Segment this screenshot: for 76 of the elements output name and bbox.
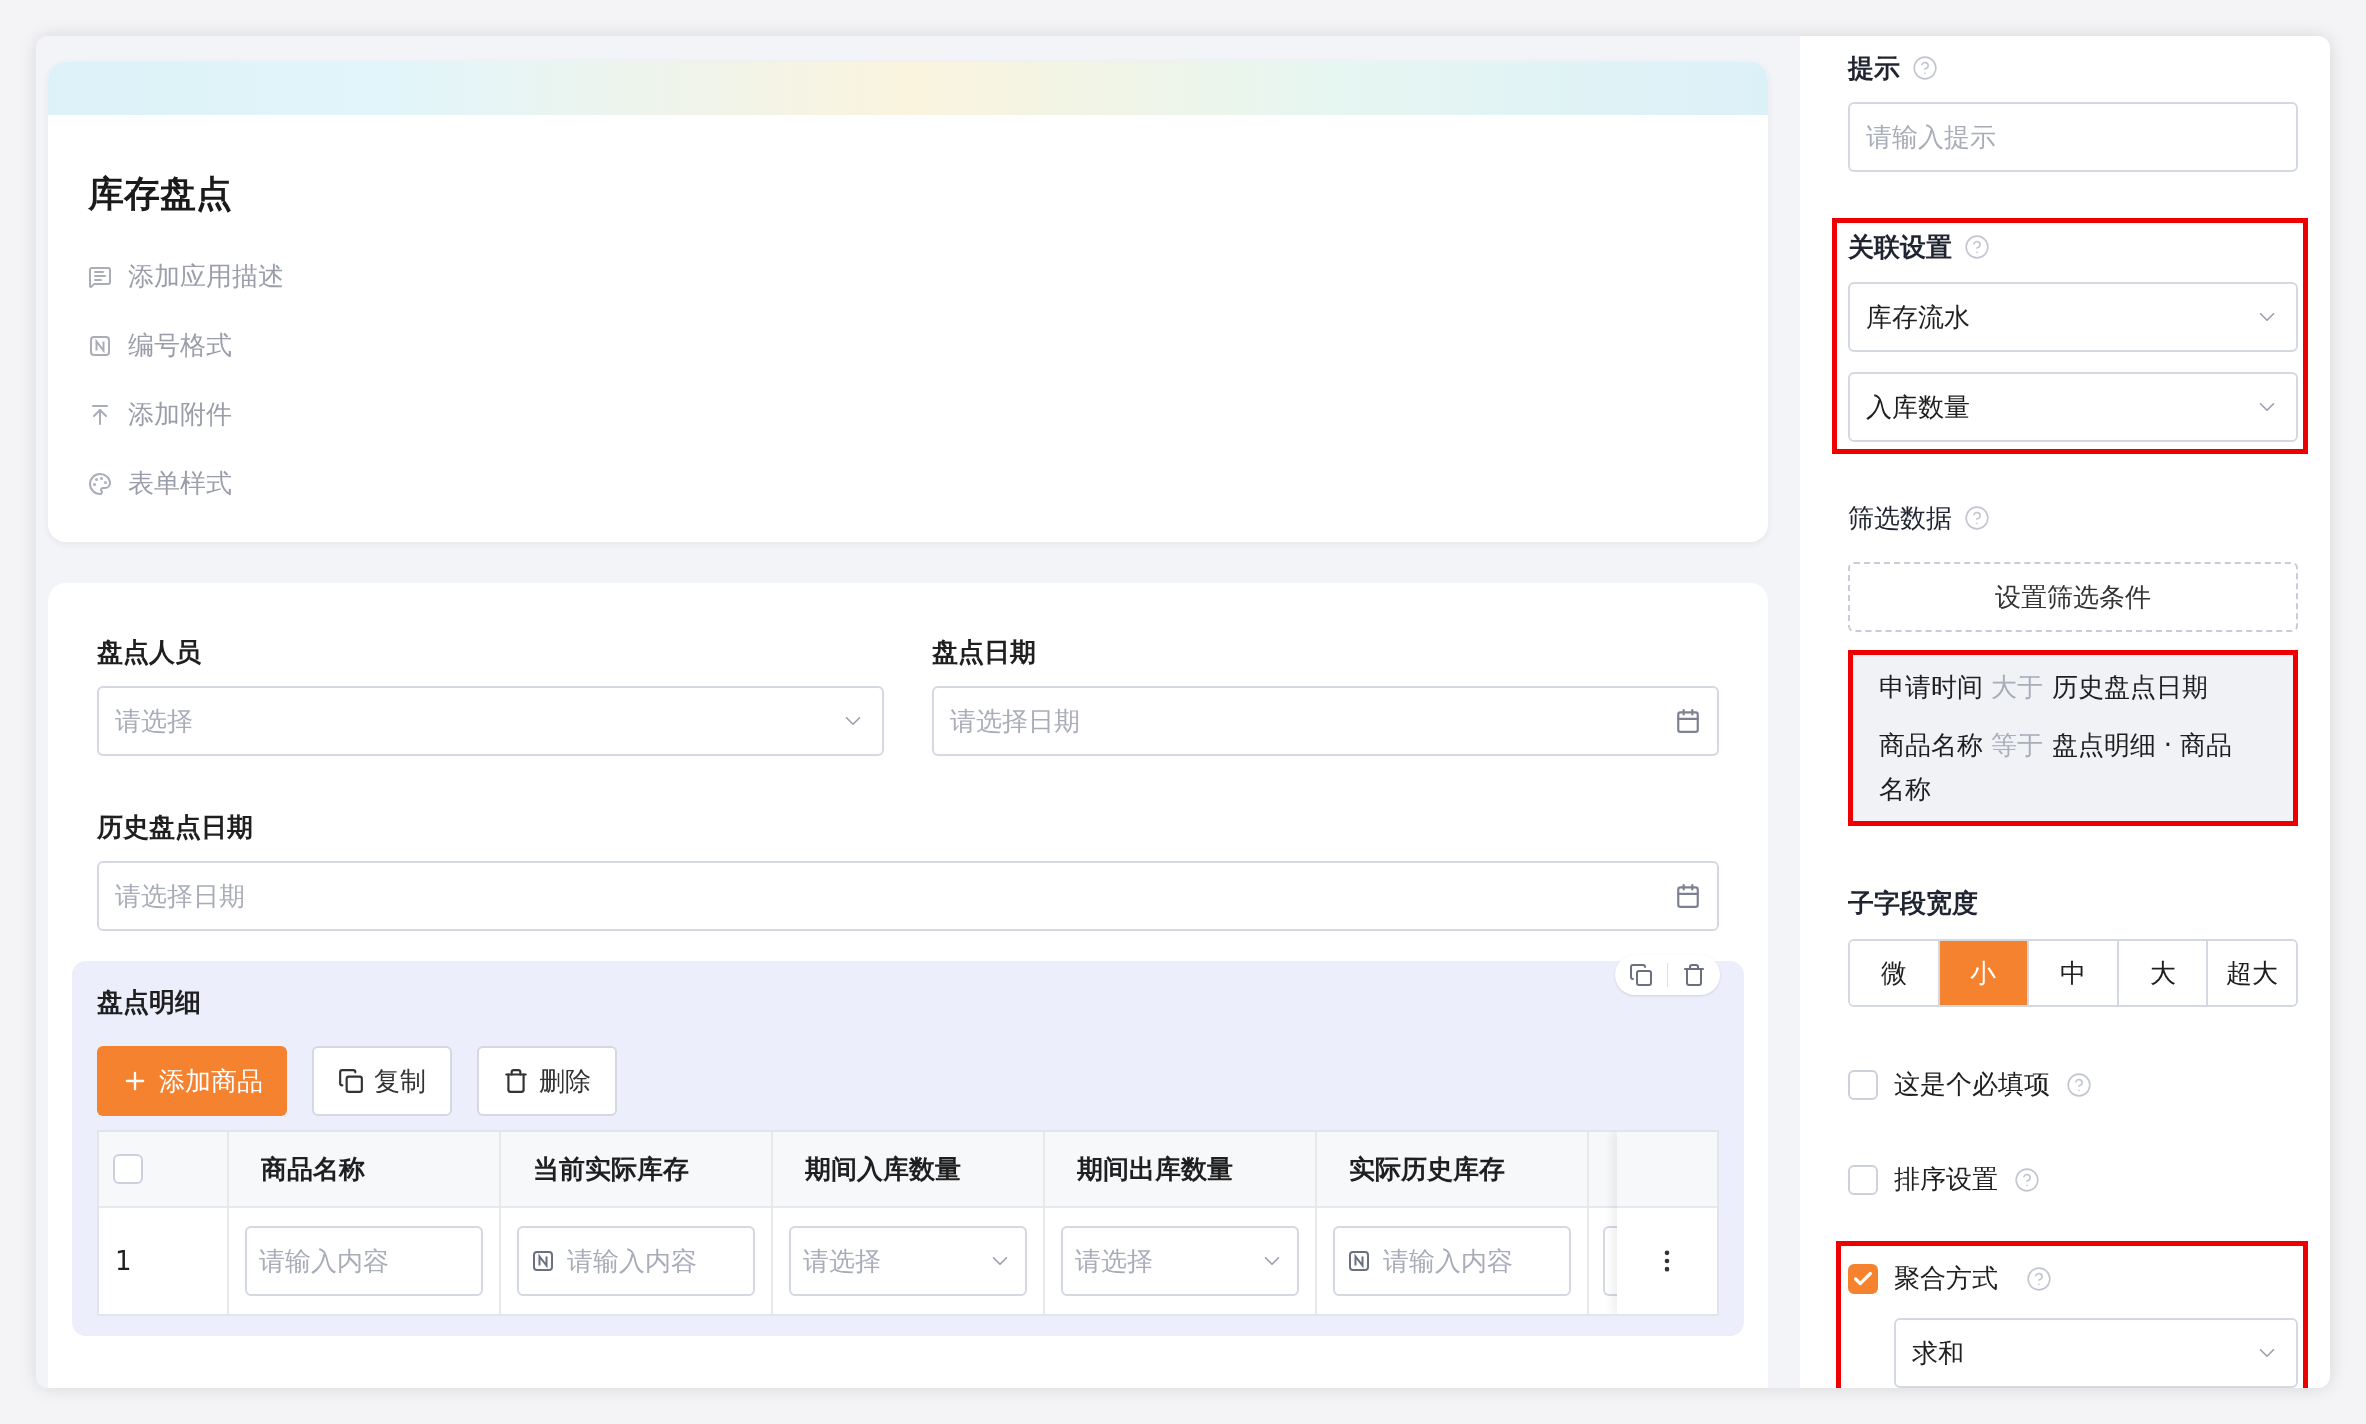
trash-icon[interactable] <box>1682 963 1706 987</box>
help-icon[interactable] <box>1964 234 1990 260</box>
select-field[interactable]: 请选择 <box>1061 1226 1299 1296</box>
width-option[interactable]: 小 <box>1937 941 2028 1005</box>
column-header: 实际历史库存 <box>1349 1152 1505 1186</box>
setting-label: 提示 <box>1848 51 1900 85</box>
placeholder-text: 请输入内容 <box>567 1244 698 1278</box>
number-format-icon <box>88 333 112 358</box>
app-action-link[interactable]: 添加应用描述 <box>88 257 1728 296</box>
checkbox[interactable] <box>1848 1164 1878 1195</box>
select-value: 库存流水 <box>1866 300 1971 334</box>
column-header: 商品名称 <box>261 1152 365 1186</box>
subtable-title: 盘点明细 <box>97 986 202 1019</box>
checkbox-label: 排序设置 <box>1894 1163 1998 1196</box>
select-field[interactable]: 求和 <box>1894 1318 2298 1388</box>
add-button[interactable]: 添加商品 <box>97 1046 287 1116</box>
calendar-icon <box>1675 883 1701 909</box>
date-field[interactable]: 请选择日期 <box>97 861 1719 931</box>
trash-icon <box>503 1068 529 1094</box>
checkbox-label: 这是个必填项 <box>1894 1068 2050 1101</box>
help-icon[interactable] <box>2066 1071 2092 1098</box>
help-icon[interactable] <box>2014 1166 2040 1193</box>
select-value: 入库数量 <box>1866 390 1971 424</box>
setting-label: 关联设置 <box>1848 230 1952 264</box>
placeholder-text: 请选择日期 <box>115 879 246 913</box>
copy-icon[interactable] <box>1629 963 1653 987</box>
field-label: 盘点日期 <box>932 636 1037 669</box>
date-field[interactable]: 请选择日期 <box>932 686 1719 756</box>
column-header: 期间入库数量 <box>805 1152 961 1186</box>
field-label: 历史盘点日期 <box>97 811 254 844</box>
select-field[interactable]: 请选择 <box>97 686 884 756</box>
help-icon[interactable] <box>1912 55 1938 81</box>
checkbox[interactable] <box>1848 1069 1878 1100</box>
checkbox-label: 聚合方式 <box>1894 1262 1998 1295</box>
delete-button[interactable]: 删除 <box>477 1046 617 1116</box>
app-action-link[interactable]: 表单样式 <box>88 464 1728 503</box>
field-label: 盘点人员 <box>97 636 202 669</box>
setting-label: 筛选数据 <box>1848 501 1952 535</box>
select-value: 求和 <box>1912 1336 1965 1370</box>
app-action-link[interactable]: 添加附件 <box>88 395 1728 434</box>
checkbox[interactable] <box>113 1154 143 1184</box>
placeholder-text: 请选择 <box>803 1244 882 1278</box>
palette-icon <box>88 471 112 496</box>
number-format-icon <box>531 1249 555 1273</box>
column-header: 当前实际库存 <box>533 1152 689 1186</box>
filter-condition: 商品名称 等于 盘点明细 · 商品名称 <box>1879 729 2234 806</box>
placeholder-text: 请输入内容 <box>259 1244 390 1278</box>
placeholder-text: 请选择 <box>1075 1244 1154 1278</box>
width-option[interactable]: 超大 <box>2206 941 2296 1005</box>
input-field[interactable] <box>1603 1226 1617 1296</box>
placeholder-text: 请选择 <box>115 704 194 738</box>
select-field[interactable]: 入库数量 <box>1848 372 2298 442</box>
input-field[interactable]: 请输入内容 <box>245 1226 483 1296</box>
app-action-link[interactable]: 编号格式 <box>88 326 1728 365</box>
number-format-icon <box>1347 1249 1371 1273</box>
setting-label: 子字段宽度 <box>1848 887 1979 920</box>
copy-button[interactable]: 复制 <box>312 1046 452 1116</box>
input-field[interactable]: 请输入提示 <box>1848 102 2298 172</box>
set-filter-button[interactable]: 设置筛选条件 <box>1848 562 2298 632</box>
help-icon[interactable] <box>1964 505 1990 531</box>
calendar-icon <box>1675 708 1701 734</box>
filter-condition: 申请时间 大于 历史盘点日期 <box>1879 671 2209 704</box>
placeholder-text: 请选择日期 <box>950 704 1081 738</box>
help-icon[interactable] <box>2026 1265 2052 1292</box>
row-number: 1 <box>115 1244 132 1278</box>
app-title: 库存盘点 <box>88 172 233 216</box>
column-header: 期间出库数量 <box>1077 1152 1233 1186</box>
input-field[interactable]: 请输入内容 <box>1333 1226 1571 1296</box>
input-field[interactable]: 请输入内容 <box>517 1226 755 1296</box>
placeholder-text: 请输入提示 <box>1866 120 1996 154</box>
checkbox[interactable] <box>1848 1263 1878 1294</box>
comment-icon <box>88 264 112 289</box>
copy-icon <box>338 1068 364 1094</box>
select-field[interactable]: 请选择 <box>789 1226 1027 1296</box>
placeholder-text: 请输入内容 <box>1383 1244 1514 1278</box>
select-field[interactable]: 库存流水 <box>1848 282 2298 352</box>
